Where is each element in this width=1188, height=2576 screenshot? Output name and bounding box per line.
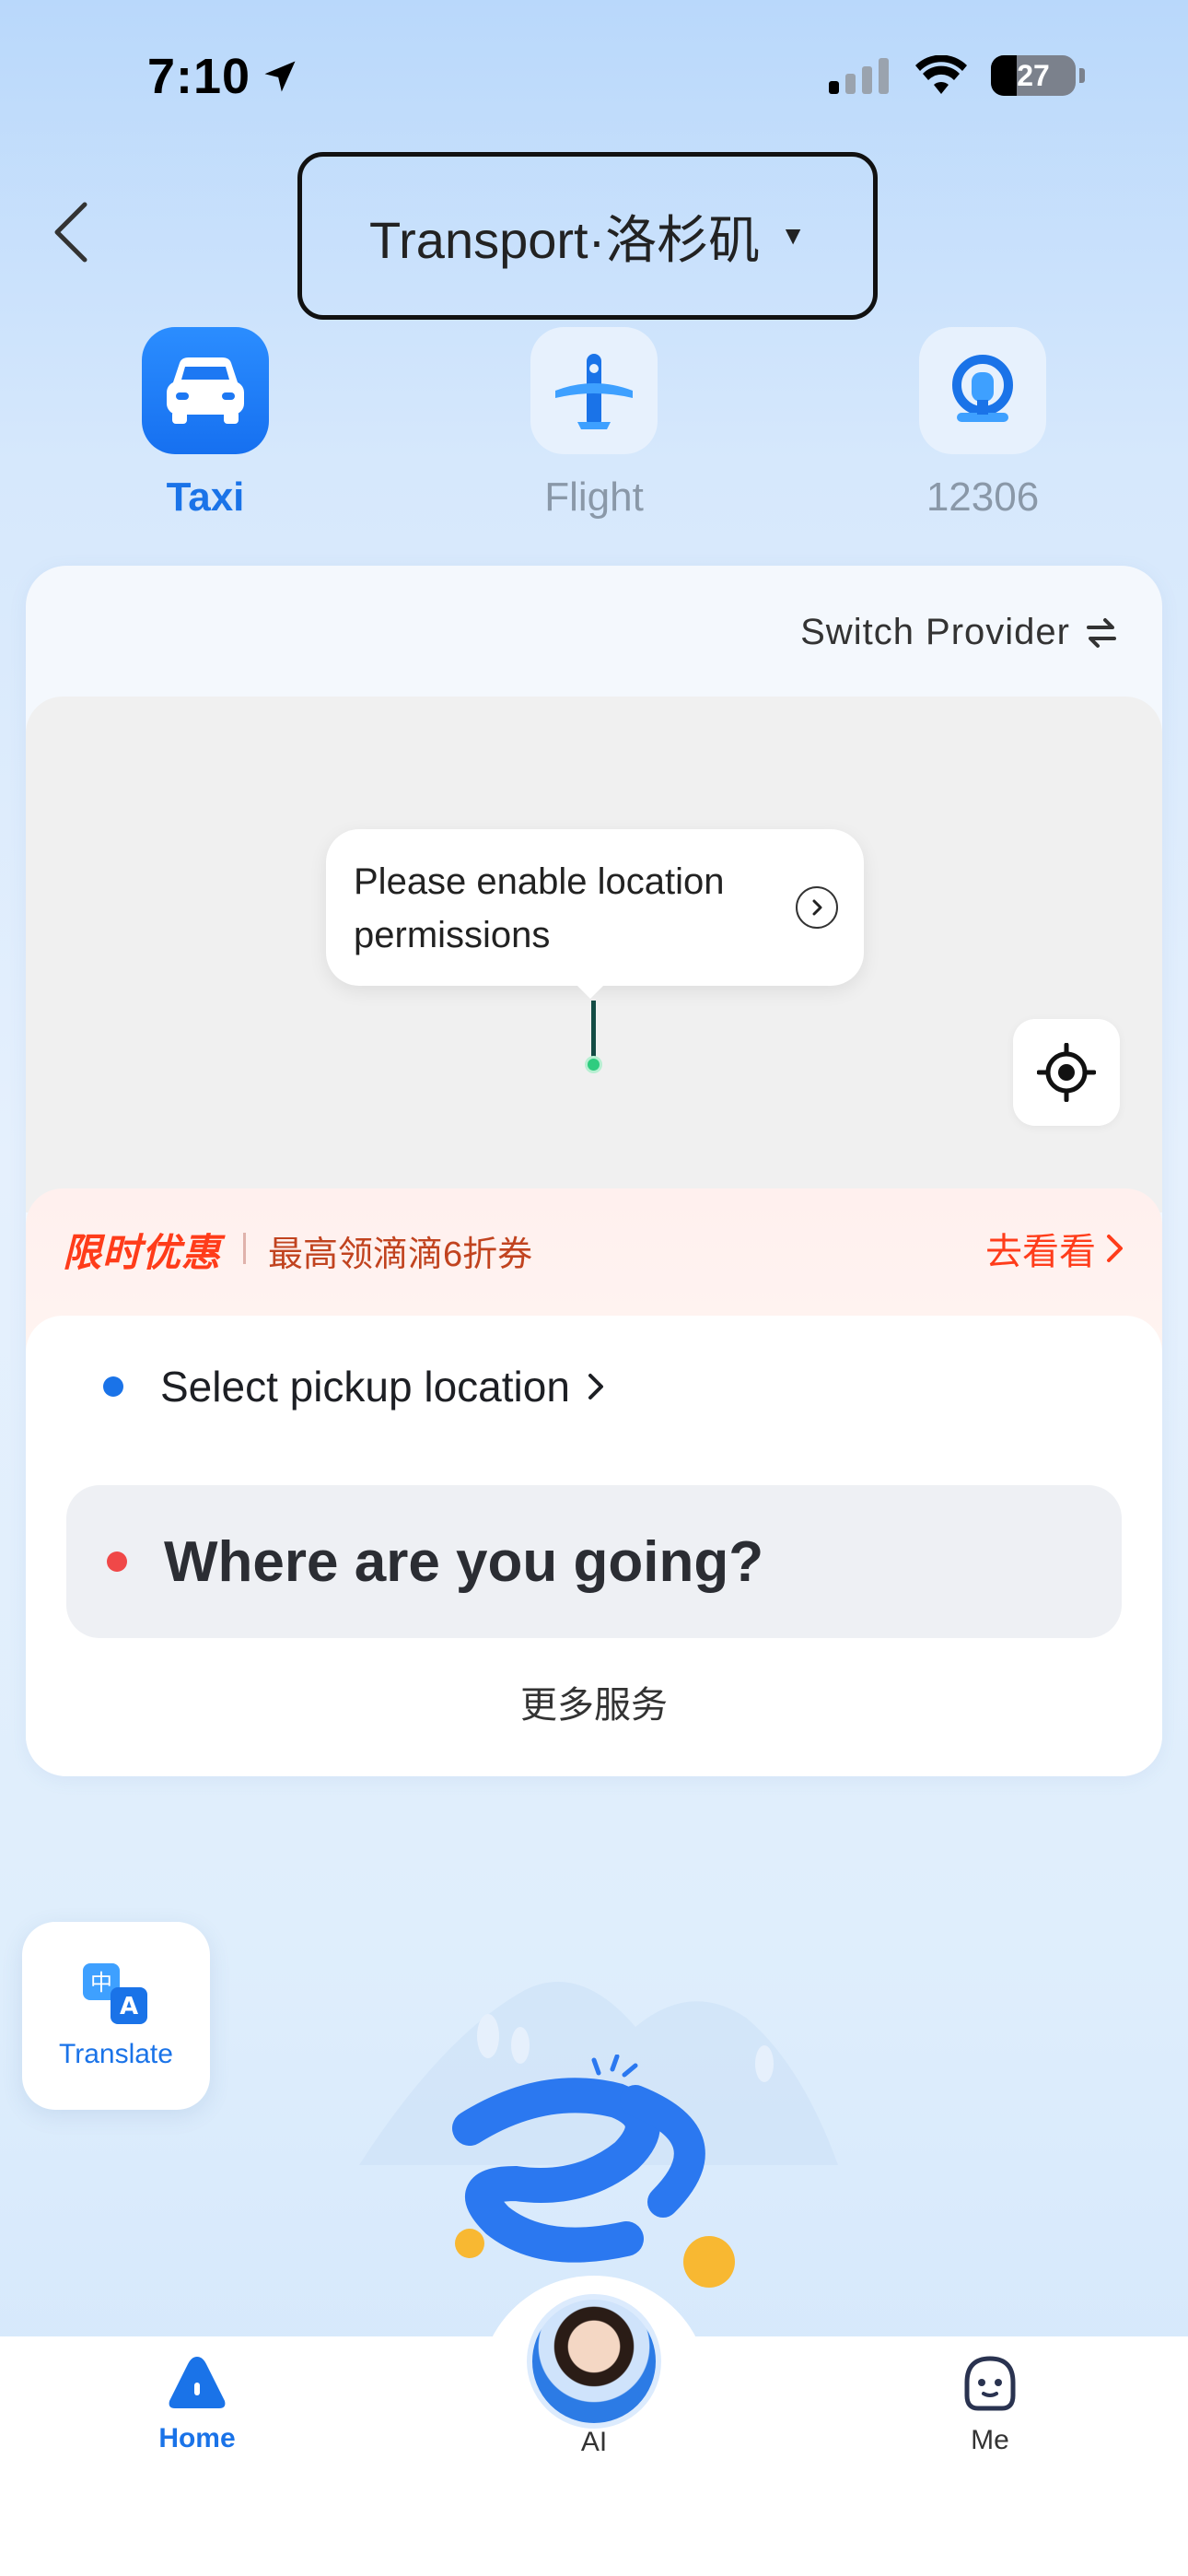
chevron-right-icon <box>796 886 838 929</box>
tab-label: Taxi <box>166 474 245 520</box>
promo-divider <box>243 1233 247 1264</box>
wifi-icon <box>915 55 967 94</box>
pickup-location-button[interactable]: Select pickup location <box>103 1362 605 1411</box>
status-indicators: 27 <box>829 55 1085 96</box>
chevron-left-icon <box>54 202 87 263</box>
tab-label: Me <box>971 2425 1009 2455</box>
page-title: Transport·洛杉矶 <box>369 210 761 269</box>
tab-flight[interactable]: Flight <box>502 327 686 521</box>
promo-tag: 限时优惠 <box>63 1231 222 1274</box>
plane-icon <box>530 327 658 454</box>
translate-label: Translate <box>59 2039 173 2069</box>
promo-link[interactable]: 去看看 <box>985 1222 1125 1275</box>
map-pin-stem <box>591 1001 596 1061</box>
tab-label: AI <box>580 2427 608 2457</box>
city-selector[interactable]: Transport·洛杉矶 ▼ <box>297 152 878 320</box>
status-time: 7:10 <box>147 48 300 105</box>
switch-provider-button[interactable]: Switch Provider <box>800 612 1118 653</box>
profile-face-icon <box>964 2356 1016 2411</box>
taxi-card: Switch Provider Please enable location p… <box>26 566 1162 1776</box>
svg-text:中: 中 <box>90 1970 112 1996</box>
translate-icon: 中 A <box>83 1963 147 2024</box>
caret-down-icon: ▼ <box>780 221 806 250</box>
pickup-dot-icon <box>103 1376 123 1397</box>
battery-indicator: 27 <box>991 55 1076 96</box>
tab-12306[interactable]: 12306 <box>891 327 1075 521</box>
pickup-label: Select pickup location <box>160 1363 570 1411</box>
more-services-label: 更多服务 <box>520 1685 668 1726</box>
railway-logo-icon <box>919 327 1046 454</box>
tab-ai[interactable]: AI <box>493 2414 695 2458</box>
location-arrow-icon <box>264 61 296 92</box>
promo-link-label: 去看看 <box>985 1232 1096 1272</box>
map-view[interactable]: Please enable location permissions <box>26 697 1162 1212</box>
svg-text:A: A <box>120 1993 138 2020</box>
destination-input[interactable]: Where are you going? <box>66 1485 1122 1638</box>
destination-placeholder: Where are you going? <box>164 1529 764 1594</box>
tooltip-pointer <box>574 982 607 999</box>
tab-taxi[interactable]: Taxi <box>113 327 297 521</box>
tab-me[interactable]: Me <box>889 2355 1091 2456</box>
translate-button[interactable]: 中 A Translate <box>22 1922 210 2110</box>
ai-assistant-avatar[interactable] <box>527 2294 661 2429</box>
crosshair-icon <box>1037 1043 1096 1102</box>
tab-label: 12306 <box>926 474 1040 520</box>
cellular-signal-icon <box>829 58 889 94</box>
map-pin-dot <box>585 1056 602 1073</box>
locate-me-button[interactable] <box>1013 1019 1120 1126</box>
tab-label: Home <box>158 2423 236 2453</box>
switch-provider-label: Switch Provider <box>800 612 1070 652</box>
ride-form: Select pickup location Where are you goi… <box>26 1316 1162 1776</box>
back-button[interactable] <box>33 195 107 269</box>
destination-dot-icon <box>107 1551 127 1572</box>
more-services-link[interactable]: 更多服务 <box>26 1675 1162 1728</box>
location-permission-tooltip[interactable]: Please enable location permissions <box>326 829 864 986</box>
tab-label: Flight <box>544 474 644 520</box>
home-icon <box>169 2357 226 2408</box>
logo-swirl-illustration <box>452 2055 735 2288</box>
chevron-right-icon <box>1107 1235 1123 1262</box>
chevron-right-icon <box>588 1374 603 1399</box>
swap-icon <box>1087 617 1116 648</box>
time-text: 7:10 <box>147 49 251 104</box>
tooltip-text: Please enable location permissions <box>354 861 725 955</box>
tab-home[interactable]: Home <box>96 2355 298 2454</box>
promo-text: 最高领滴滴6折券 <box>268 1235 533 1274</box>
taxi-icon <box>142 327 269 454</box>
battery-tip <box>1079 68 1085 83</box>
